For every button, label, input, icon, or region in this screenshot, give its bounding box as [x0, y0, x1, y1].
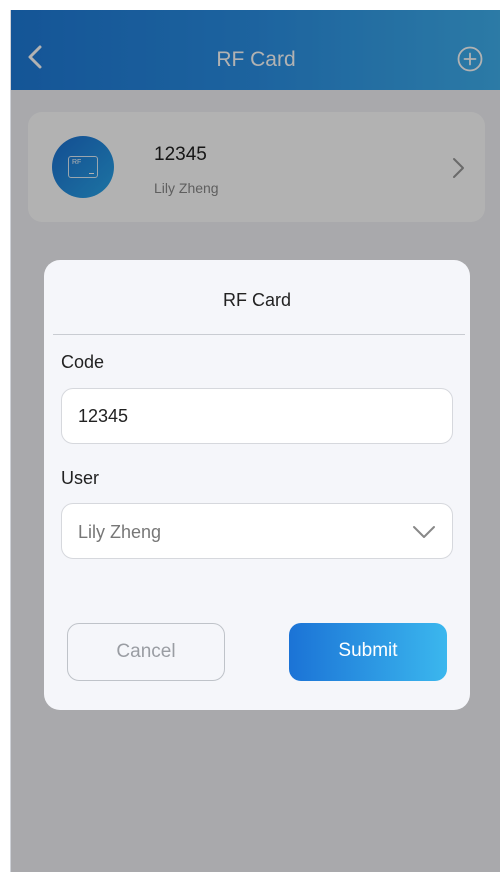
rf-card-dialog: RF Card Code 12345 User Lily Zheng Cance…	[44, 260, 470, 710]
dialog-divider	[53, 334, 465, 335]
dialog-title: RF Card	[222, 290, 291, 310]
code-label: Code	[61, 352, 105, 372]
submit-button[interactable]: Submit	[289, 623, 447, 681]
code-input[interactable]: 12345	[61, 388, 453, 444]
cancel-button[interactable]: Cancel	[67, 623, 225, 681]
user-select[interactable]: Lily Zheng	[61, 503, 453, 559]
code-input-value: 12345	[78, 406, 129, 426]
chevron-down-icon	[413, 526, 435, 538]
user-select-value: Lily Zheng	[78, 522, 162, 542]
user-label: User	[61, 468, 100, 488]
screen: RF Card RF 12345 Lily Zheng RF Card Code…	[10, 10, 500, 872]
